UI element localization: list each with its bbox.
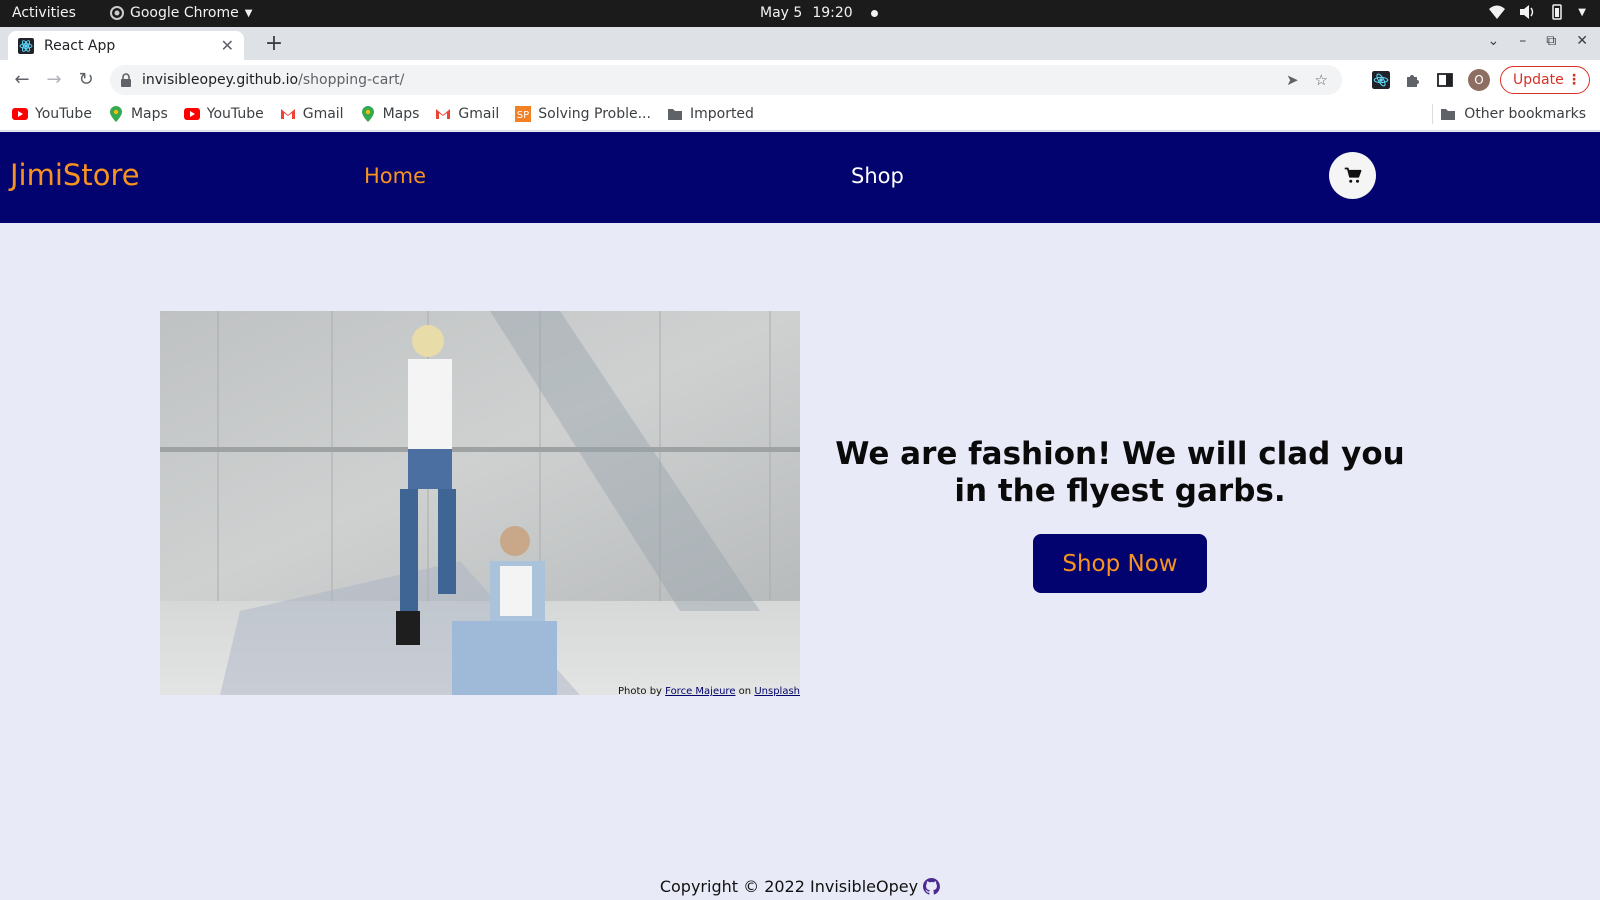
maps-icon [360, 106, 376, 122]
bookmark-item[interactable]: Maps [360, 106, 420, 122]
chevron-down-icon: ▼ [244, 7, 253, 19]
battery-icon [1552, 4, 1563, 20]
react-devtools-icon[interactable] [1372, 71, 1390, 89]
bookmark-label: Solving Proble... [538, 106, 651, 122]
forward-icon[interactable]: → [42, 68, 66, 92]
close-icon[interactable]: ✕ [221, 36, 234, 55]
notification-dot [870, 9, 878, 17]
bookmark-item[interactable]: YouTube [12, 106, 92, 122]
update-button[interactable]: Update ⋮ [1500, 66, 1590, 94]
photo-credit: Photo by Force Majeure on Unsplash [618, 686, 800, 697]
bookmark-label: Maps [382, 106, 420, 122]
app-menu[interactable]: Google Chrome ▼ [110, 5, 252, 21]
bookmark-item[interactable]: Maps [108, 106, 168, 122]
bookmarks-list: YouTube Maps YouTube Gmail Maps Gmail SP Solvin… [12, 106, 754, 122]
extensions-area: O [1372, 69, 1490, 91]
os-top-bar: Activities Google Chrome ▼ May 5 19:20 ▼ [0, 0, 1600, 27]
wifi-icon [1489, 5, 1506, 19]
hero-headline: We are fashion! We will clad you in the … [835, 436, 1405, 509]
shopping-cart-icon [1344, 167, 1361, 183]
youtube-icon [12, 106, 28, 122]
react-icon [18, 37, 34, 54]
bookmarks-separator [1432, 104, 1433, 124]
volume-icon [1520, 5, 1534, 19]
bookmark-item[interactable]: Gmail [280, 106, 344, 122]
sp-icon: SP [515, 106, 532, 122]
bookmark-item[interactable]: Imported [667, 106, 754, 122]
other-bookmarks[interactable]: Other bookmarks [1440, 106, 1586, 122]
clock-time: 19:20 [812, 5, 853, 21]
gmail-icon [280, 106, 296, 122]
extensions-puzzle-icon[interactable] [1404, 71, 1422, 89]
address-bar[interactable]: invisibleopey.github.io/shopping-cart/ ➤… [110, 65, 1342, 95]
back-icon[interactable]: ← [10, 68, 34, 92]
window-controls: ⌄ – ⧉ ✕ [1488, 33, 1588, 49]
tab-search-icon[interactable]: ⌄ [1488, 33, 1500, 49]
bookmark-label: Imported [689, 106, 754, 122]
app-menu-label: Google Chrome [130, 5, 239, 21]
url-path: /shopping-cart/ [298, 72, 405, 88]
credit-site-link[interactable]: Unsplash [754, 686, 800, 697]
bookmark-item[interactable]: YouTube [183, 106, 264, 122]
more-vert-icon: ⋮ [1567, 72, 1581, 88]
reload-icon[interactable]: ↻ [74, 68, 98, 92]
bookmark-label: Gmail [302, 106, 344, 122]
new-tab-button[interactable]: + [262, 31, 286, 56]
restore-icon[interactable]: ⧉ [1546, 33, 1556, 49]
side-panel-icon[interactable] [1436, 71, 1454, 89]
activities-button[interactable]: Activities [12, 5, 76, 21]
footer-copyright: Copyright © 2022 InvisibleOpey [659, 877, 919, 896]
tray-chevron-icon: ▼ [1578, 6, 1586, 18]
tab-react-app[interactable]: React App ✕ [8, 31, 244, 60]
bookmarks-bar: YouTube Maps YouTube Gmail Maps Gmail SP Solvin… [0, 100, 1600, 131]
url-host: invisibleopey.github.io [142, 72, 299, 88]
bookmark-star-icon[interactable]: ☆ [1315, 71, 1328, 89]
lock-icon [121, 73, 131, 87]
footer: Copyright © 2022 InvisibleOpey [0, 876, 1600, 896]
clock-date: May 5 [760, 5, 803, 21]
nav-shop-link[interactable]: Shop [851, 164, 904, 188]
github-icon[interactable] [923, 878, 941, 895]
bookmark-label: YouTube [206, 106, 264, 122]
send-icon[interactable]: ➤ [1286, 71, 1299, 89]
svg-text:SP: SP [517, 110, 529, 121]
clock[interactable]: May 5 19:20 [760, 5, 878, 21]
brand-logo[interactable]: JimiStore [10, 158, 140, 192]
folder-icon [667, 106, 683, 122]
folder-icon [1441, 109, 1456, 120]
bookmark-item[interactable]: SP Solving Proble... [515, 106, 651, 122]
tab-strip: React App ✕ + ⌄ – ⧉ ✕ [0, 27, 1600, 60]
bookmark-label: Maps [130, 106, 168, 122]
hero-photo [160, 311, 800, 695]
credit-on: on [738, 686, 752, 697]
shop-now-button[interactable]: Shop Now [1033, 534, 1207, 593]
youtube-icon [183, 106, 200, 122]
cart-button[interactable] [1329, 152, 1376, 199]
tab-title: React App [44, 37, 116, 54]
maps-icon [108, 106, 124, 122]
app-header: JimiStore Home Shop [0, 132, 1600, 223]
bookmark-label: Gmail [458, 106, 500, 122]
minimize-icon[interactable]: – [1519, 33, 1526, 49]
bookmark-item[interactable]: Gmail [435, 106, 499, 122]
other-bookmarks-label: Other bookmarks [1464, 106, 1586, 122]
bookmark-label: YouTube [35, 106, 92, 122]
profile-avatar[interactable]: O [1468, 69, 1490, 91]
close-window-icon[interactable]: ✕ [1576, 33, 1588, 49]
update-label: Update [1513, 72, 1564, 88]
system-tray[interactable]: ▼ [1488, 4, 1586, 20]
browser-toolbar: ← → ↻ invisibleopey.github.io/shopping-c… [0, 60, 1600, 100]
credit-prefix: Photo by [618, 686, 662, 697]
credit-author-link[interactable]: Force Majeure [665, 686, 735, 697]
nav-home-link[interactable]: Home [364, 164, 426, 188]
chrome-icon [110, 6, 124, 20]
gmail-icon [435, 106, 451, 122]
